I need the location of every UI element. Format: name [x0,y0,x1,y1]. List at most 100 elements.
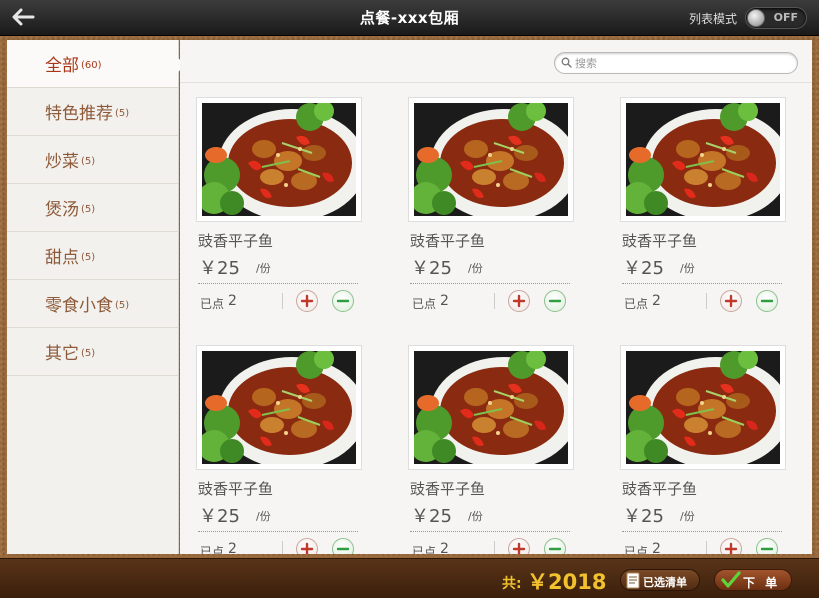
dish-card: 豉香平子鱼 ￥25 /份 已点 2 [620,97,795,312]
dish-unit: /份 [256,262,271,275]
sidebar-item-all[interactable]: 全部 (60) [7,40,186,88]
category-name: 煲汤 [45,200,79,220]
ordered-label: 已点 [624,297,649,311]
selected-list-button[interactable]: 已选清单 [620,569,700,591]
search-bar [554,52,798,74]
dish-photo[interactable] [620,345,786,470]
divider [282,541,283,554]
dish-photo[interactable] [196,97,362,222]
dish-card: 豉香平子鱼 ￥25 /份 已点 2 [408,345,583,554]
dish-card: 豉香平子鱼 ￥25 /份 已点 2 [196,97,371,312]
dish-unit: /份 [468,510,483,523]
dish-name: 豉香平子鱼 [410,232,486,250]
sidebar-item-other[interactable]: 其它 (5) [7,328,178,376]
dotted-divider [622,531,782,532]
bottom-bar: 共: ￥2018 已选清单 下 单 [0,558,819,598]
dish-image [414,351,568,464]
plus-icon [724,542,738,554]
ordered-count: 2 [228,293,237,309]
list-mode-toggle[interactable]: OFF [745,7,807,29]
plus-icon [512,294,526,308]
selected-list-label: 已选清单 [643,576,687,589]
dish-unit: /份 [680,262,695,275]
category-name: 甜点 [45,248,79,268]
plus-icon [724,294,738,308]
divider [494,541,495,554]
dish-image [626,351,780,464]
sidebar-item-snacks[interactable]: 零食小食 (5) [7,280,178,328]
category-name: 零食小食 [45,296,113,316]
dish-name: 豉香平子鱼 [198,480,274,498]
remove-quantity-button[interactable] [756,290,778,312]
toggle-state-label: OFF [773,11,798,24]
category-count: (5) [81,204,96,215]
category-sidebar: 全部 (60) 特色推荐 (5) 炒菜 (5) 煲汤 (5) 甜点 (5) 零食小食 (5)… [7,40,186,554]
search-icon [561,57,572,68]
category-name: 其它 [45,344,79,364]
add-quantity-button[interactable] [296,290,318,312]
remove-quantity-button[interactable] [756,538,778,554]
ordered-label: 已点 [412,545,437,554]
place-order-button[interactable]: 下 单 [714,569,792,591]
dish-photo[interactable] [196,345,362,470]
dish-price: ￥25 [411,506,452,527]
add-quantity-button[interactable] [296,538,318,554]
ordered-count: 2 [652,541,661,554]
divider [706,293,707,309]
remove-quantity-button[interactable] [332,290,354,312]
dish-grid-panel: 豉香平子鱼 ￥25 /份 已点 2 [180,40,812,554]
category-count: (5) [81,348,96,359]
dish-card: 豉香平子鱼 ￥25 /份 已点 2 [196,345,371,554]
ordered-label: 已点 [200,297,225,311]
divider [706,541,707,554]
dish-card: 豉香平子鱼 ￥25 /份 已点 2 [620,345,795,554]
ordered-count: 2 [440,541,449,554]
sidebar-item-stir-fry[interactable]: 炒菜 (5) [7,136,178,184]
search-input[interactable] [575,55,785,71]
dish-image [414,103,568,216]
dish-price: ￥25 [623,506,664,527]
sidebar-item-dessert[interactable]: 甜点 (5) [7,232,178,280]
toggle-knob [747,9,765,27]
add-quantity-button[interactable] [508,538,530,554]
category-name: 特色推荐 [45,104,113,124]
category-count: (5) [115,300,130,311]
add-quantity-button[interactable] [508,290,530,312]
dish-name: 豉香平子鱼 [198,232,274,250]
ordered-label: 已点 [624,545,649,554]
dotted-divider [410,283,570,284]
category-name: 全部 [45,56,79,76]
sidebar-item-soup[interactable]: 煲汤 (5) [7,184,178,232]
ordered-label: 已点 [200,545,225,554]
divider [282,293,283,309]
remove-quantity-button[interactable] [332,538,354,554]
dotted-divider [198,283,358,284]
ordered-count: 2 [652,293,661,309]
dish-photo[interactable] [408,345,574,470]
dotted-divider [198,531,358,532]
dish-name: 豉香平子鱼 [410,480,486,498]
dish-name: 豉香平子鱼 [622,232,698,250]
divider [180,82,812,83]
ordered-count: 2 [228,541,237,554]
dish-image [626,103,780,216]
plus-icon [300,294,314,308]
place-order-label: 下 单 [743,576,781,590]
category-count: (60) [81,60,102,71]
add-quantity-button[interactable] [720,538,742,554]
remove-quantity-button[interactable] [544,290,566,312]
dotted-divider [410,531,570,532]
add-quantity-button[interactable] [720,290,742,312]
minus-icon [336,299,350,303]
divider [494,293,495,309]
category-count: (5) [115,108,130,119]
dish-image [202,103,356,216]
dish-unit: /份 [680,510,695,523]
plus-icon [512,542,526,554]
sidebar-item-featured[interactable]: 特色推荐 (5) [7,88,178,136]
dish-photo[interactable] [408,97,574,222]
dish-photo[interactable] [620,97,786,222]
remove-quantity-button[interactable] [544,538,566,554]
total-amount: ￥2018 [527,570,607,594]
top-bar: 点餐-xxx包厢 列表模式 OFF [0,0,819,36]
